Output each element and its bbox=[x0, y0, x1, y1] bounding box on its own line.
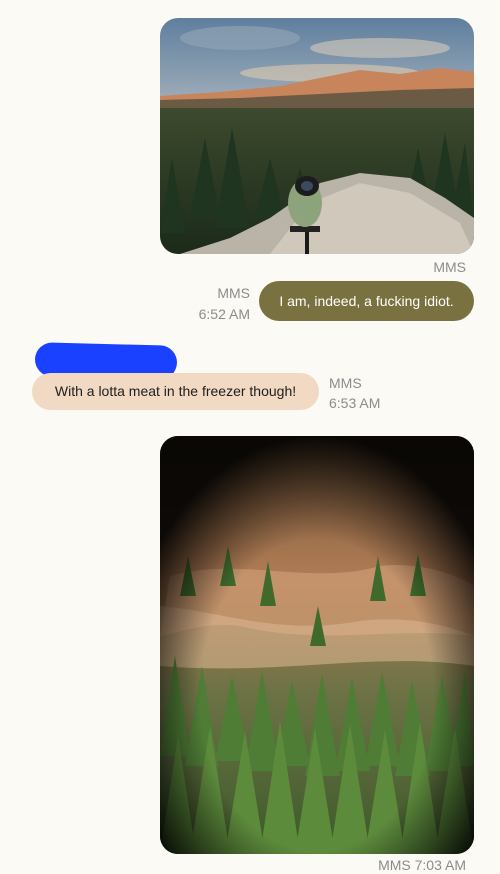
message2-timestamp: 6:52 AM bbox=[198, 306, 250, 322]
photo2-meta: MMS 7:03 AM bbox=[360, 856, 466, 874]
incoming-message-bubble[interactable]: With a lotta meat in the freezer though! bbox=[32, 373, 319, 410]
photo1-label: MMS bbox=[433, 259, 466, 275]
message2-label: MMS bbox=[217, 285, 250, 301]
message3-timestamp: 6:53 AM bbox=[329, 395, 381, 411]
photo2-label: MMS bbox=[378, 857, 411, 873]
message3-label: MMS bbox=[329, 375, 362, 391]
photo2-timestamp: 7:03 AM bbox=[414, 857, 466, 873]
mountain-scope-image bbox=[160, 18, 474, 254]
incoming-message-text: With a lotta meat in the freezer though! bbox=[54, 383, 297, 399]
outgoing-message-bubble[interactable]: I am, indeed, a fucking idiot. bbox=[259, 281, 474, 321]
scope-view-image bbox=[160, 436, 474, 854]
sent-photo-mountain-scope[interactable] bbox=[160, 18, 474, 254]
outgoing-message-text: I am, indeed, a fucking idiot. bbox=[279, 293, 454, 309]
received-photo-scope-view[interactable] bbox=[160, 436, 474, 854]
